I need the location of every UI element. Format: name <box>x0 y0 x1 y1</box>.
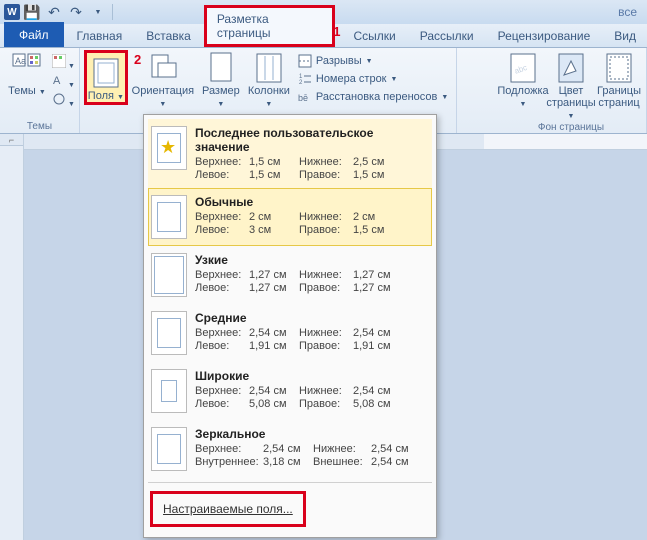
tab-review[interactable]: Рецензирование <box>487 24 602 47</box>
tab-page-layout[interactable]: Разметка страницы <box>204 5 335 47</box>
margins-icon <box>90 57 122 89</box>
margins-dropdown: Последнее пользовательское значение Верх… <box>143 114 437 538</box>
tab-file[interactable]: Файл <box>4 22 64 47</box>
qat-redo-button[interactable]: ↷ <box>66 2 86 22</box>
preset-thumb-icon <box>151 253 187 297</box>
themes-button[interactable]: Aa Темы ▼ <box>4 50 50 97</box>
tab-home[interactable]: Главная <box>66 24 134 47</box>
preset-last-custom[interactable]: Последнее пользовательское значение Верх… <box>148 119 432 188</box>
preset-title: Узкие <box>195 253 429 267</box>
page-color-icon <box>555 52 587 84</box>
preset-thumb-icon <box>151 369 187 413</box>
menu-separator <box>148 482 432 483</box>
orientation-icon <box>147 52 179 84</box>
line-numbers-icon: 12 <box>298 72 312 86</box>
preset-title: Последнее пользовательское значение <box>195 126 429 154</box>
preset-narrow[interactable]: Узкие Верхнее:1,27 см Нижнее:1,27 см Лев… <box>148 246 432 304</box>
group-page-background-label: Фон страницы <box>500 121 642 134</box>
title-bar-text: все <box>618 5 643 19</box>
breaks-icon <box>298 54 312 68</box>
preset-title: Средние <box>195 311 429 325</box>
save-icon: 💾 <box>23 4 40 21</box>
preset-thumb-icon <box>151 195 187 239</box>
themes-icon: Aa <box>11 52 43 84</box>
margins-label: Поля ▼ <box>88 90 124 102</box>
page-borders-label: Границы страниц <box>596 85 642 109</box>
size-button[interactable]: Размер ▼ <box>198 50 244 109</box>
page-color-button[interactable]: Цвет страницы ▼ <box>548 50 594 121</box>
breaks-button[interactable]: Разрывы▼ <box>294 52 452 70</box>
page-borders-button[interactable]: Границы страниц <box>596 50 642 109</box>
group-themes-label: Темы <box>4 120 75 133</box>
page-color-label: Цвет страницы ▼ <box>546 85 595 121</box>
tab-insert[interactable]: Вставка <box>135 24 202 47</box>
ribbon-tabs: Файл Главная Вставка Разметка страницы 1… <box>0 24 647 48</box>
columns-label: Колонки ▼ <box>246 85 292 109</box>
line-numbers-button[interactable]: 12Номера строк▼ <box>294 70 452 88</box>
word-app-icon: W <box>4 4 20 20</box>
custom-margins-button[interactable]: Настраиваемые поля... <box>150 491 306 527</box>
tab-mailings[interactable]: Рассылки <box>409 24 485 47</box>
undo-icon: ↶ <box>48 4 60 21</box>
hyphenation-button[interactable]: bēРасстановка переносов▼ <box>294 88 452 106</box>
theme-colors-button[interactable]: ▼ <box>52 54 75 71</box>
preset-thumb-icon <box>151 311 187 355</box>
preset-title: Обычные <box>195 195 429 209</box>
theme-effects-button[interactable]: ▼ <box>52 92 75 109</box>
chevron-down-icon: ▼ <box>95 9 102 16</box>
size-label: Размер ▼ <box>198 85 244 109</box>
orientation-label: Ориентация ▼ <box>130 85 196 109</box>
watermark-icon: abc <box>507 52 539 84</box>
group-page-background: abc Подложка ▼ Цвет страницы ▼ Границы с… <box>496 48 647 133</box>
themes-label: Темы ▼ <box>8 85 46 97</box>
tab-selector[interactable]: ⌐ <box>0 134 23 146</box>
hyphenation-icon: bē <box>298 90 312 104</box>
svg-text:bē: bē <box>298 93 308 103</box>
svg-text:A: A <box>53 75 61 87</box>
group-themes: Aa Темы ▼ ▼ A ▼ ▼ Темы <box>0 48 80 133</box>
preset-thumb-icon <box>151 427 187 471</box>
svg-text:Aa: Aa <box>15 56 26 66</box>
watermark-label: Подложка ▼ <box>497 85 548 109</box>
page-borders-icon <box>603 52 635 84</box>
preset-title: Широкие <box>195 369 429 383</box>
annotation-1: 1 <box>333 24 340 39</box>
preset-title: Зеркальное <box>195 427 429 441</box>
tab-references[interactable]: Ссылки <box>343 24 407 47</box>
qat-separator <box>112 4 113 20</box>
size-icon <box>205 52 237 84</box>
preset-mirrored[interactable]: Зеркальное Верхнее:2,54 см Нижнее:2,54 с… <box>148 420 432 478</box>
preset-normal[interactable]: Обычные Верхнее:2 см Нижнее:2 см Левое:3… <box>148 188 432 246</box>
vertical-ruler-gutter: ⌐ <box>0 134 24 540</box>
preset-thumb-icon <box>151 126 187 170</box>
tab-view[interactable]: Вид <box>603 24 647 47</box>
qat-save-button[interactable]: 💾 <box>22 2 42 22</box>
annotation-2: 2 <box>134 52 141 67</box>
redo-icon: ↷ <box>70 4 82 21</box>
qat-undo-button[interactable]: ↶ <box>44 2 64 22</box>
watermark-button[interactable]: abc Подложка ▼ <box>500 50 546 109</box>
margins-button[interactable]: Поля ▼ <box>84 50 128 105</box>
preset-wide[interactable]: Широкие Верхнее:2,54 см Нижнее:2,54 см Л… <box>148 362 432 420</box>
columns-button[interactable]: Колонки ▼ <box>246 50 292 109</box>
svg-text:2: 2 <box>299 80 303 86</box>
qat-customize-button[interactable]: ▼ <box>88 2 108 22</box>
theme-fonts-button[interactable]: A ▼ <box>52 73 75 90</box>
preset-moderate[interactable]: Средние Верхнее:2,54 см Нижнее:2,54 см Л… <box>148 304 432 362</box>
columns-icon <box>253 52 285 84</box>
